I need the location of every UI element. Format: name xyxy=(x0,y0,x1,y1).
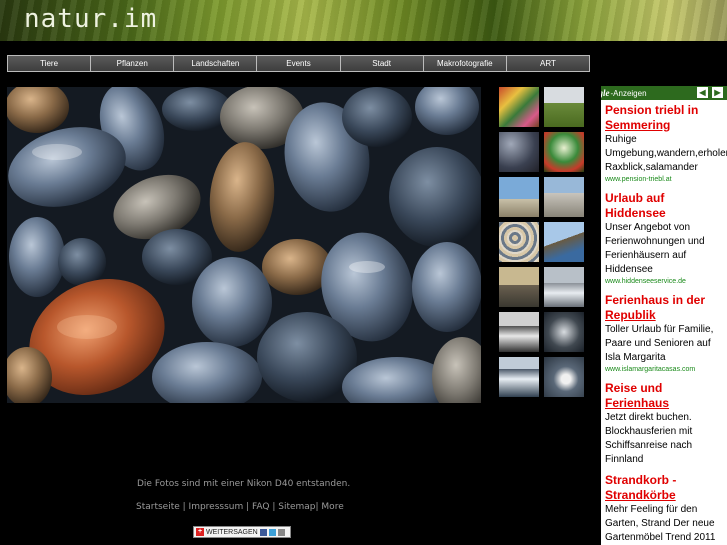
thumbnail[interactable] xyxy=(499,132,539,172)
footer-link-impressum[interactable]: Impresssum xyxy=(189,502,244,512)
ad-text: Ferienwohnungen und xyxy=(605,236,705,247)
footer-links: Startseite | Impresssum | FAQ | Sitemap|… xyxy=(136,502,344,512)
ad-text: Blockhausferien mit xyxy=(605,426,693,437)
ad-text: Mehr Feeling für den xyxy=(605,504,698,515)
ad-url[interactable]: www.hiddenseeservice.de xyxy=(605,277,723,287)
chevron-left-icon[interactable]: ◀ xyxy=(697,87,708,98)
thumbnail[interactable] xyxy=(499,267,539,307)
footer-link-more[interactable]: More xyxy=(321,502,343,512)
nav-item-landschaften[interactable]: Landschaften xyxy=(174,56,258,71)
thumbnail[interactable] xyxy=(544,357,584,397)
ad-item[interactable]: Ferienhaus in der Republik Toller Urlaub f… xyxy=(601,293,727,375)
ad-text: Garten, Strand Der neue xyxy=(605,518,715,529)
ad-item[interactable]: Reise und Ferienhaus Jetzt direkt buchen. B… xyxy=(601,381,727,467)
thumbnail[interactable] xyxy=(544,312,584,352)
nav-item-events[interactable]: Events xyxy=(257,56,341,71)
nav-item-makrofotografie[interactable]: Makrofotografie xyxy=(423,56,507,71)
share-button[interactable]: + WEITERSAGEN xyxy=(193,526,291,538)
nav-item-pflanzen[interactable]: Pflanzen xyxy=(91,56,175,71)
camera-note: Die Fotos sind mit einer Nikon D40 entst… xyxy=(137,479,351,489)
ads-sidebar: Google -Anzeigen ◀ ▶ Pension triebl inSe… xyxy=(601,86,727,545)
thumbnail[interactable] xyxy=(544,132,584,172)
thumbnail[interactable] xyxy=(499,87,539,127)
ad-title[interactable]: Reise und xyxy=(605,381,723,396)
ad-text: Finnland xyxy=(605,454,644,465)
site-logo[interactable]: natur.im xyxy=(24,4,157,34)
nav-item-art[interactable]: ART xyxy=(506,56,589,71)
thumbnail[interactable] xyxy=(499,177,539,217)
ad-title[interactable]: Strandkorb - xyxy=(605,473,723,488)
pebbles-image xyxy=(7,87,481,403)
ad-text: Paare und Senioren auf xyxy=(605,338,711,349)
ad-text: Gartenmöbel Trend 2011 xyxy=(605,532,716,543)
ad-item[interactable]: Strandkorb - Strandkörbe Mehr Feeling für … xyxy=(601,473,727,545)
chevron-right-icon[interactable]: ▶ xyxy=(712,87,723,98)
thumbnail[interactable] xyxy=(544,177,584,217)
ad-title[interactable]: Republik xyxy=(605,308,723,323)
thumbnail[interactable] xyxy=(544,87,584,127)
ad-text: Raxblick,salamander xyxy=(605,162,698,173)
ad-item[interactable]: Urlaub auf Hiddensee Unser Angebot von Fer… xyxy=(601,191,727,287)
ad-text: Ruhige xyxy=(605,134,637,145)
ad-title[interactable]: Pension triebl in xyxy=(605,103,723,118)
ad-text: Hiddensee xyxy=(605,264,653,275)
ad-text: Isla Margarita xyxy=(605,352,666,363)
ad-text: Toller Urlaub für Familie, xyxy=(605,324,714,335)
ad-title[interactable]: Semmering xyxy=(605,118,723,133)
footer-link-startseite[interactable]: Startseite xyxy=(136,502,180,512)
ads-label: -Anzeigen xyxy=(610,88,647,98)
site-header: natur.im xyxy=(0,0,727,41)
footer-link-sitemap[interactable]: Sitemap xyxy=(278,502,315,512)
thumbnail[interactable] xyxy=(499,222,539,262)
plus-icon: + xyxy=(196,528,204,536)
ad-item[interactable]: Pension triebl in Semmering Ruhige Umgebung… xyxy=(601,103,727,185)
twitter-icon xyxy=(268,528,276,536)
ad-url[interactable]: www.islamargaritacasas.com xyxy=(605,365,723,375)
ads-header: Google -Anzeigen ◀ ▶ xyxy=(601,86,727,100)
nav-item-stadt[interactable]: Stadt xyxy=(340,56,424,71)
ad-text: Ferienhäusern auf xyxy=(605,250,687,261)
ad-title[interactable]: Urlaub auf Hiddensee xyxy=(605,191,723,221)
thumbnail[interactable] xyxy=(499,312,539,352)
share-label: WEITERSAGEN xyxy=(206,528,258,536)
nav-item-tiere[interactable]: Tiere xyxy=(8,56,92,71)
main-nav: Tiere Pflanzen Landschaften Events Stadt… xyxy=(7,55,590,72)
thumbnail[interactable] xyxy=(544,222,584,262)
email-icon xyxy=(277,528,285,536)
ad-title[interactable]: Ferienhaus in der xyxy=(605,293,723,308)
main-photo-pebbles[interactable] xyxy=(7,87,481,403)
ad-title[interactable]: Ferienhaus xyxy=(605,396,723,411)
ad-text: Jetzt direkt buchen. xyxy=(605,412,692,423)
ad-text: Umgebung,wandern,erholen xyxy=(605,148,727,159)
ad-title[interactable]: Strandkörbe xyxy=(605,488,723,503)
facebook-icon xyxy=(259,528,267,536)
ad-text: Unser Angebot von xyxy=(605,222,691,233)
ad-text: Schiffsanreise nach xyxy=(605,440,693,451)
thumbnail[interactable] xyxy=(499,357,539,397)
thumbnail[interactable] xyxy=(544,267,584,307)
footer-link-faq[interactable]: FAQ xyxy=(252,502,269,512)
ads-brand: Google xyxy=(601,88,610,98)
ad-url[interactable]: www.pension-triebl.at xyxy=(605,175,723,185)
